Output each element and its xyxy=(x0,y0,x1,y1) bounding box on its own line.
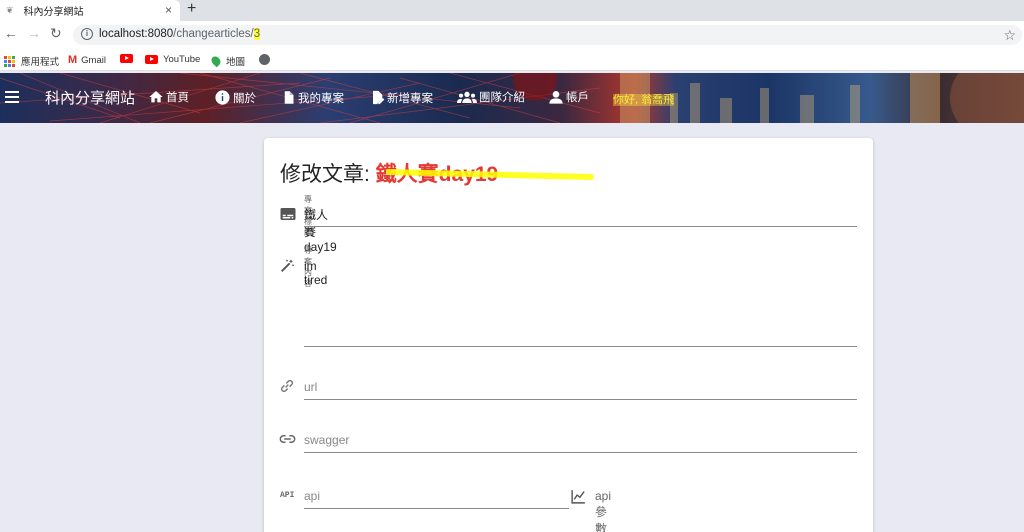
menu-icon[interactable] xyxy=(5,91,19,103)
api-underline xyxy=(304,508,569,509)
bookmark-gmail[interactable]: M Gmail xyxy=(68,54,106,66)
highlight-mark xyxy=(386,169,594,180)
youtube-icon xyxy=(120,54,133,63)
nav-my-projects[interactable]: 我的專案 xyxy=(281,89,344,106)
chart-line-icon xyxy=(571,490,585,504)
api-input[interactable]: api xyxy=(304,489,320,503)
youtube-icon xyxy=(145,55,158,64)
account-icon xyxy=(549,91,563,104)
browser-toolbar: ← → ↻ i localhost:8080/changearticles/3 … xyxy=(0,21,1024,49)
maps-icon xyxy=(209,54,223,68)
bookmark-globe[interactable] xyxy=(259,54,270,65)
site-info-icon[interactable]: i xyxy=(81,28,93,40)
home-icon xyxy=(149,91,163,103)
magic-wand-icon xyxy=(281,259,295,272)
subtitles-icon xyxy=(280,208,296,220)
tab-title: 科內分享網站 xyxy=(23,7,84,18)
url-input[interactable]: url xyxy=(304,380,317,394)
bookmark-apps[interactable]: 應用程式 xyxy=(4,54,59,68)
info-icon xyxy=(215,90,230,105)
api-icon: API xyxy=(280,491,295,500)
nav-about[interactable]: 關於 xyxy=(214,89,256,106)
project-content-underline xyxy=(304,346,857,347)
favicon-icon: ❦ xyxy=(6,5,14,15)
brand-title[interactable]: 科內分享網站 xyxy=(45,87,135,108)
bookmark-maps[interactable]: 地圖 xyxy=(209,54,246,68)
address-url[interactable]: localhost:8080/changearticles/3 xyxy=(99,28,261,40)
bookmark-star-icon[interactable]: ☆ xyxy=(1003,27,1016,44)
project-content-textarea[interactable]: im tired xyxy=(304,259,327,287)
forward-icon[interactable]: → xyxy=(27,25,41,41)
nav-label: 我的專案 xyxy=(298,92,344,105)
file-edit-icon xyxy=(373,90,385,105)
app-bar: 科內分享網站 首頁 關於 我的專案 新增專案 團隊介紹 帳戶 你好, 翁喬飛 xyxy=(0,73,1024,123)
swagger-input[interactable]: swagger xyxy=(304,433,349,447)
bookmark-label: 應用程式 xyxy=(21,57,60,68)
url-underline xyxy=(304,399,857,400)
group-icon xyxy=(457,91,477,103)
link-variant-icon xyxy=(279,435,296,443)
apps-icon xyxy=(4,55,15,67)
link-icon xyxy=(280,379,294,393)
swagger-underline xyxy=(304,452,857,453)
address-bar[interactable]: i localhost:8080/changearticles/3 ☆ xyxy=(73,25,1022,45)
edit-article-card: 修改文章: 鐵人賽day19 專案標題 鐵人賽day19 專案內容 im tir… xyxy=(264,138,873,532)
nav-account[interactable]: 帳戶 xyxy=(548,89,589,105)
project-title-underline xyxy=(304,226,857,227)
nav-label: 團隊介紹 xyxy=(479,92,525,104)
greeting: 你好, 翁喬飛 xyxy=(613,94,675,106)
nav-label: 帳戶 xyxy=(566,92,589,104)
new-tab-button[interactable]: + xyxy=(187,0,196,18)
nav-new-project[interactable]: 新增專案 xyxy=(369,89,433,106)
bookmarks-bar: 應用程式 M Gmail YouTube 地圖 xyxy=(0,49,1024,71)
nav-team[interactable]: 團隊介紹 xyxy=(457,89,525,105)
bookmark-youtube-icon-only[interactable] xyxy=(120,54,138,63)
tab-strip: ❦ 科內分享網站 × + xyxy=(0,0,1024,21)
nav-label: 首頁 xyxy=(166,92,189,104)
globe-icon xyxy=(259,54,270,65)
browser-tab[interactable]: ❦ 科內分享網站 × xyxy=(0,0,180,21)
bookmark-label: YouTube xyxy=(163,54,201,65)
nav-label: 新增專案 xyxy=(387,92,433,105)
file-icon xyxy=(284,91,294,104)
bookmark-label: 地圖 xyxy=(226,57,246,68)
reload-icon[interactable]: ↻ xyxy=(50,25,62,42)
gmail-icon: M xyxy=(68,54,78,66)
nav-home[interactable]: 首頁 xyxy=(148,89,189,105)
back-icon[interactable]: ← xyxy=(4,25,18,41)
bookmark-label: Gmail xyxy=(81,54,106,66)
nav-label: 關於 xyxy=(233,92,256,105)
bookmark-youtube[interactable]: YouTube xyxy=(145,54,200,65)
tab-close-icon[interactable]: × xyxy=(165,3,172,17)
api-params-input[interactable]: api參數 xyxy=(595,489,611,532)
